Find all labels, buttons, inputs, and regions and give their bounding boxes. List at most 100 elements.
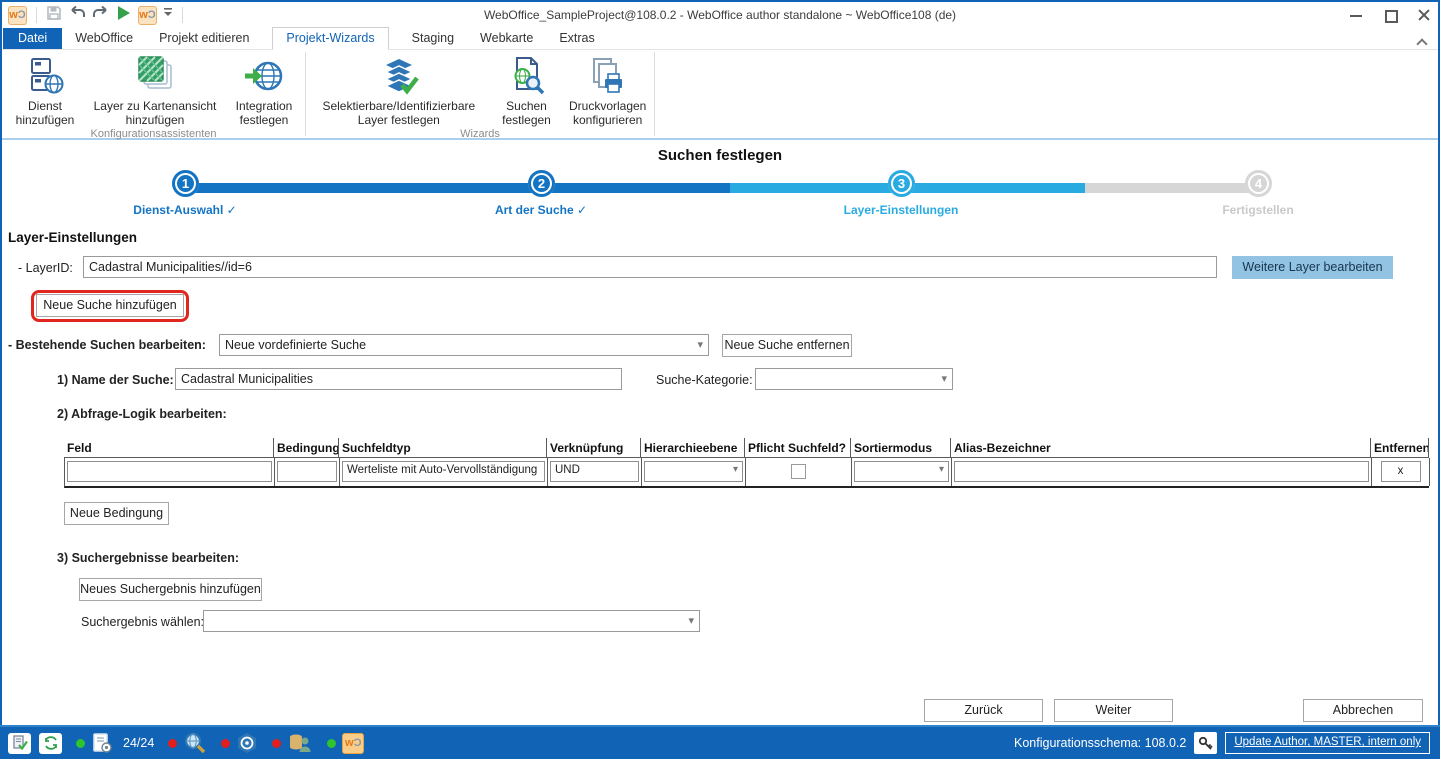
close-icon[interactable] bbox=[1418, 9, 1430, 21]
bestehende-suchen-label: - Bestehende Suchen bearbeiten: bbox=[8, 338, 206, 352]
step-circle-2[interactable]: 2 bbox=[528, 170, 555, 197]
column-header-sortiermodus: Sortiermodus bbox=[851, 438, 951, 458]
suche-kategorie-label: Suche-Kategorie: bbox=[656, 373, 753, 387]
validate-icon[interactable] bbox=[8, 733, 31, 754]
column-header-entfernen: Entfernen bbox=[1371, 438, 1429, 458]
weitere-layer-bearbeiten-button[interactable]: Weitere Layer bearbeiten bbox=[1232, 256, 1393, 279]
users-icon[interactable] bbox=[287, 732, 313, 754]
ribbon-button-label: Suchen festlegen bbox=[496, 99, 558, 128]
ribbon-separator bbox=[654, 52, 655, 136]
step-circle-1[interactable]: 1 bbox=[172, 170, 199, 197]
suchergebnis-waehlen-label: Suchergebnis wählen: bbox=[81, 615, 204, 629]
layer-to-mapview-icon bbox=[135, 56, 175, 96]
name-der-suche-input[interactable]: Cadastral Municipalities bbox=[175, 368, 622, 390]
window-controls bbox=[1350, 2, 1430, 28]
neue-suche-hinzufuegen-button[interactable]: Neue Suche hinzufügen bbox=[36, 294, 184, 317]
query-table-row: Werteliste mit Auto-Vervollständigung UN… bbox=[64, 458, 1429, 488]
query-table: Feld Bedingung Suchfeldtyp Verknüpfung H… bbox=[64, 438, 1429, 488]
ribbon-tab-bar: Datei WebOffice Projekt editieren Projek… bbox=[2, 28, 1438, 50]
column-header-pflicht-suchfeld: Pflicht Suchfeld? bbox=[745, 438, 851, 458]
project-services-icon[interactable] bbox=[91, 732, 113, 754]
progress-segment-done bbox=[185, 183, 730, 193]
section-title: Layer-Einstellungen bbox=[8, 230, 137, 245]
ribbon-group-label: Wizards bbox=[306, 128, 654, 143]
status-dot-red bbox=[168, 739, 177, 748]
selectable-layers-icon bbox=[379, 56, 419, 96]
column-header-hierarchieebene: Hierarchieebene bbox=[641, 438, 745, 458]
suchergebnis-select[interactable] bbox=[203, 610, 700, 632]
sortiermodus-select[interactable] bbox=[854, 461, 949, 482]
step-label-layer-einstellungen: Layer-Einstellungen bbox=[791, 203, 1011, 217]
neue-bedingung-button[interactable]: Neue Bedingung bbox=[64, 502, 169, 525]
layer-id-label: - LayerID: bbox=[18, 261, 73, 275]
status-dot-red bbox=[221, 739, 230, 748]
selektierbare-layer-button[interactable]: Selektierbare/Identifizierbare Layer fes… bbox=[312, 50, 486, 128]
update-author-button[interactable]: Update Author, MASTER, intern only bbox=[1225, 732, 1430, 754]
bedingung-input[interactable] bbox=[277, 461, 337, 482]
service-add-icon bbox=[25, 56, 65, 96]
column-header-suchfeldtyp: Suchfeldtyp bbox=[339, 438, 547, 458]
search-map-icon[interactable] bbox=[183, 731, 207, 755]
status-dot-red bbox=[272, 739, 281, 748]
minimize-icon[interactable] bbox=[1350, 9, 1362, 21]
pflicht-suchfeld-checkbox[interactable] bbox=[791, 464, 806, 479]
hierarchieebene-select[interactable] bbox=[644, 461, 743, 482]
ribbon-button-label: Dienst hinzufügen bbox=[6, 99, 84, 128]
weiter-button[interactable]: Weiter bbox=[1054, 699, 1173, 722]
dienst-hinzufuegen-button[interactable]: Dienst hinzufügen bbox=[6, 50, 84, 128]
tab-weboffice[interactable]: WebOffice bbox=[62, 28, 146, 49]
maximize-icon[interactable] bbox=[1384, 9, 1396, 21]
layer-counter: 24/24 bbox=[123, 736, 154, 750]
title-bar: wƆ wƆ WebOffice_SampleProject@108.0.2 - … bbox=[2, 2, 1438, 28]
entfernen-button[interactable]: x bbox=[1381, 461, 1421, 482]
name-der-suche-label: 1) Name der Suche: bbox=[57, 373, 174, 387]
tab-webkarte[interactable]: Webkarte bbox=[467, 28, 546, 49]
wizard-title: Suchen festlegen bbox=[0, 147, 1440, 164]
step-circle-3[interactable]: 3 bbox=[888, 170, 915, 197]
neues-suchergebnis-button[interactable]: Neues Suchergebnis hinzufügen bbox=[79, 578, 262, 601]
step-label-art-der-suche: Art der Suche ✓ bbox=[431, 203, 651, 217]
tab-datei[interactable]: Datei bbox=[3, 28, 62, 49]
suchfeldtyp-select[interactable]: Werteliste mit Auto-Vervollständigung bbox=[342, 461, 545, 482]
status-dot-green bbox=[76, 739, 85, 748]
suchergebnisse-label: 3) Suchergebnisse bearbeiten: bbox=[57, 551, 239, 565]
ribbon-button-label: Layer zu Kartenansicht hinzufügen bbox=[84, 99, 226, 128]
status-dot-green bbox=[327, 739, 336, 748]
collapse-ribbon-icon[interactable] bbox=[1417, 37, 1426, 46]
query-table-header: Feld Bedingung Suchfeldtyp Verknüpfung H… bbox=[64, 438, 1429, 458]
druckvorlagen-button[interactable]: Druckvorlagen konfigurieren bbox=[561, 50, 654, 128]
key-icon[interactable] bbox=[1194, 732, 1217, 754]
layer-id-input[interactable]: Cadastral Municipalities//id=6 bbox=[83, 256, 1217, 278]
search-define-icon bbox=[507, 56, 547, 96]
neue-suche-entfernen-button[interactable]: Neue Suche entfernen bbox=[722, 334, 852, 357]
weboffice-status-icon[interactable]: wƆ bbox=[342, 733, 364, 754]
step-circle-4[interactable]: 4 bbox=[1245, 170, 1272, 197]
ribbon: Dienst hinzufügen bbox=[2, 50, 1438, 140]
integration-festlegen-button[interactable]: Integration festlegen bbox=[226, 50, 302, 128]
wizard-progress: 1 2 3 4 Dienst-Auswahl ✓ Art der Suche ✓… bbox=[0, 170, 1440, 230]
konfigurationsschema-label: Konfigurationsschema: 108.0.2 bbox=[1014, 736, 1186, 750]
abbrechen-button[interactable]: Abbrechen bbox=[1303, 699, 1423, 722]
zurueck-button[interactable]: Zurück bbox=[924, 699, 1043, 722]
progress-segment-pending bbox=[1085, 183, 1260, 193]
step-label-fertigstellen: Fertigstellen bbox=[1148, 203, 1368, 217]
layer-zu-kartenansicht-button[interactable]: Layer zu Kartenansicht hinzufügen bbox=[84, 50, 226, 128]
tab-projekt-wizards[interactable]: Projekt-Wizards bbox=[272, 27, 388, 50]
step-label-dienst-auswahl: Dienst-Auswahl ✓ bbox=[75, 203, 295, 217]
feld-input[interactable] bbox=[67, 461, 272, 482]
tab-extras[interactable]: Extras bbox=[546, 28, 607, 49]
tab-projekt-editieren[interactable]: Projekt editieren bbox=[146, 28, 262, 49]
alias-bezeichner-input[interactable] bbox=[954, 461, 1369, 482]
ribbon-group-wizards: Selektierbare/Identifizierbare Layer fes… bbox=[306, 50, 654, 138]
ribbon-button-label: Selektierbare/Identifizierbare Layer fes… bbox=[312, 99, 486, 128]
suche-kategorie-select[interactable] bbox=[755, 368, 953, 390]
tab-staging[interactable]: Staging bbox=[399, 28, 467, 49]
sync-icon[interactable] bbox=[39, 733, 62, 754]
suchen-festlegen-button[interactable]: Suchen festlegen bbox=[496, 50, 558, 128]
bestehende-suchen-select[interactable]: Neue vordefinierte Suche bbox=[219, 334, 709, 356]
integration-icon bbox=[244, 56, 284, 96]
verknuepfung-select[interactable]: UND bbox=[550, 461, 639, 482]
weboffice-author-window: wƆ wƆ WebOffice_SampleProject@108.0.2 - … bbox=[0, 0, 1440, 759]
ribbon-button-label: Druckvorlagen konfigurieren bbox=[561, 99, 654, 128]
portal-icon[interactable] bbox=[236, 732, 258, 754]
